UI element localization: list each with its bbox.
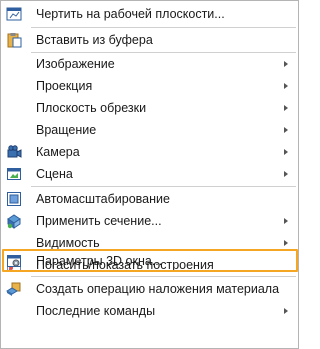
menu-item-label: Применить сечение... — [36, 214, 162, 228]
paste-clipboard-icon — [6, 32, 22, 48]
menu-item-recent-commands[interactable]: Последние команды — [1, 300, 298, 322]
menu-item-label: Создать операцию наложения материала — [36, 282, 280, 296]
menu-item-camera[interactable]: Камера — [1, 141, 298, 163]
menu-item-projection[interactable]: Проекция — [1, 75, 298, 97]
menu-item-scene[interactable]: Сцена — [1, 163, 298, 185]
submenu-arrow-icon — [284, 218, 288, 224]
menu-item-paste[interactable]: Вставить из буфера — [1, 29, 298, 51]
menu-item-label: Изображение — [36, 57, 115, 71]
menu-item-label: Вставить из буфера — [36, 33, 153, 47]
menu-item-rotation[interactable]: Вращение — [1, 119, 298, 141]
menu-item-clipping-plane[interactable]: Плоскость обрезки — [1, 97, 298, 119]
submenu-arrow-icon — [284, 127, 288, 133]
autoscale-icon — [6, 191, 22, 207]
menu-item-label: Камера — [36, 145, 80, 159]
camera-icon — [6, 144, 22, 160]
menu-item-label: Автомасштабирование — [36, 192, 170, 206]
menu-item-apply-section[interactable]: Применить сечение... — [1, 210, 298, 232]
submenu-arrow-icon — [284, 149, 288, 155]
menu-item-label: Проекция — [36, 79, 93, 93]
menu-item-label: Последние команды — [36, 304, 156, 318]
submenu-arrow-icon — [284, 240, 288, 246]
menu-item-sketch-on-plane[interactable]: Чертить на рабочей плоскости... — [1, 3, 298, 25]
submenu-arrow-icon — [284, 105, 288, 111]
menu-item-label: Вращение — [36, 123, 97, 137]
apply-section-icon — [6, 213, 22, 229]
menu-separator — [31, 186, 296, 187]
submenu-arrow-icon — [284, 308, 288, 314]
menu-item-autoscale[interactable]: Автомасштабирование — [1, 188, 298, 210]
menu-separator — [31, 276, 296, 277]
menu-item-image[interactable]: Изображение — [1, 53, 298, 75]
sketch-plane-icon — [6, 6, 22, 22]
menu-item-label: Сцена — [36, 167, 73, 181]
menu-item-create-material-overlay[interactable]: Создать операцию наложения материала — [1, 278, 298, 300]
menu-separator — [31, 27, 296, 28]
scene-icon — [6, 166, 22, 182]
context-menu: Чертить на рабочей плоскости... Вставить… — [0, 0, 299, 349]
material-overlay-icon — [6, 281, 22, 297]
menu-item-label: Плоскость обрезки — [36, 101, 147, 115]
submenu-arrow-icon — [284, 61, 288, 67]
selection-highlight — [2, 249, 298, 272]
submenu-arrow-icon — [284, 171, 288, 177]
menu-item-label: Чертить на рабочей плоскости... — [36, 7, 225, 21]
submenu-arrow-icon — [284, 83, 288, 89]
